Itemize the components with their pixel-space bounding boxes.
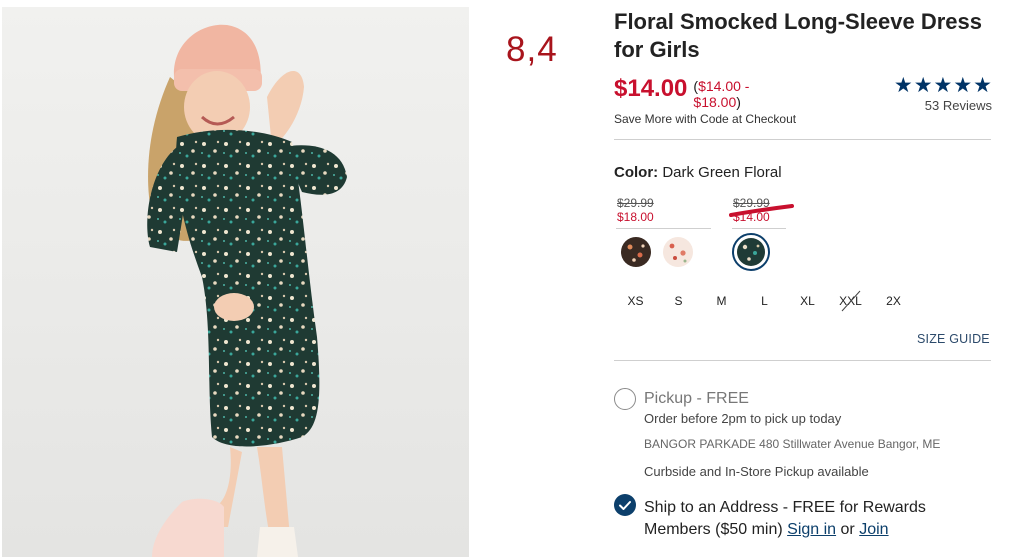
unavailable-slash-icon bbox=[841, 290, 861, 312]
pickup-subtitle: Order before 2pm to pick up today bbox=[644, 411, 842, 426]
price-range: ($14.00 - $18.00) bbox=[693, 78, 750, 110]
current-price: $14.00 bbox=[614, 75, 688, 102]
star-rating: ★ ★ ★ ★ ★ bbox=[888, 74, 992, 97]
join-link[interactable]: Join bbox=[859, 521, 888, 538]
color-value: Dark Green Floral bbox=[662, 164, 782, 181]
ship-radio-checked[interactable] bbox=[614, 494, 636, 516]
promo-text: Save More with Code at Checkout bbox=[614, 112, 797, 126]
price-tier-now: $18.00 bbox=[617, 210, 654, 224]
swatch-cream-floral-icon bbox=[663, 237, 693, 267]
product-image[interactable] bbox=[2, 7, 469, 557]
star-icon: ★ bbox=[953, 74, 973, 97]
red-strike-annotation bbox=[729, 204, 794, 217]
store-city: Bangor, ME bbox=[877, 437, 941, 451]
swatch-dark-green-floral[interactable] bbox=[732, 233, 770, 271]
product-title: Floral Smocked Long-Sleeve Dress for Gir… bbox=[614, 9, 983, 62]
divider bbox=[614, 360, 991, 361]
swatch-black-floral[interactable] bbox=[621, 237, 651, 267]
size-m[interactable]: M bbox=[700, 292, 743, 310]
star-icon: ★ bbox=[933, 74, 953, 97]
color-label: Color: bbox=[614, 164, 659, 181]
price-tier-underline bbox=[732, 228, 786, 229]
size-xxl-unavailable[interactable]: XXL bbox=[829, 290, 872, 312]
star-icon: ★ bbox=[893, 74, 913, 97]
pickup-radio[interactable] bbox=[614, 388, 636, 410]
swatch-black-floral-icon bbox=[621, 237, 651, 267]
store-name: BANGOR PARKADE bbox=[644, 437, 756, 451]
curbside-text: Curbside and In-Store Pickup available bbox=[644, 464, 869, 479]
size-s[interactable]: S bbox=[657, 292, 700, 310]
size-l[interactable]: L bbox=[743, 292, 786, 310]
star-icon: ★ bbox=[913, 74, 933, 97]
size-xl[interactable]: XL bbox=[786, 292, 829, 310]
price-tier-was: $29.99 bbox=[617, 196, 654, 210]
store-address[interactable]: BANGOR PARKADE 480 Stillwater Avenue Ban… bbox=[644, 437, 940, 451]
size-guide-link[interactable]: SIZE GUIDE bbox=[917, 332, 990, 346]
color-selection: Color: Dark Green Floral bbox=[614, 164, 782, 181]
checkmark-icon bbox=[619, 501, 631, 510]
store-street: 480 Stillwater Avenue bbox=[759, 437, 875, 451]
swatch-dark-green-floral-icon bbox=[737, 238, 765, 266]
price-row: $14.00 ($14.00 - $18.00) bbox=[614, 74, 763, 110]
divider bbox=[614, 139, 991, 140]
price-tier-underline bbox=[616, 228, 711, 229]
pickup-title: Pickup - FREE bbox=[644, 390, 749, 407]
price-range-low: $14.00 - bbox=[698, 78, 750, 94]
reviews-link[interactable]: 53 Reviews bbox=[888, 98, 992, 113]
size-2x[interactable]: 2X bbox=[872, 292, 915, 310]
price-range-high: $18.00 bbox=[693, 94, 737, 110]
sign-in-link[interactable]: Sign in bbox=[787, 521, 836, 538]
star-icon: ★ bbox=[973, 74, 992, 97]
ship-or: or bbox=[840, 521, 855, 538]
rating[interactable]: ★ ★ ★ ★ ★ 53 Reviews bbox=[888, 74, 992, 113]
size-xs[interactable]: XS bbox=[614, 292, 657, 310]
swatch-cream-floral[interactable] bbox=[663, 237, 693, 267]
size-options: XS S M L XL XXL 2X bbox=[614, 290, 915, 312]
annotation-number: 8,4 bbox=[506, 30, 558, 69]
price-tier-1: $29.99 $18.00 bbox=[617, 196, 654, 224]
ship-option: Ship to an Address - FREE for Rewards Me… bbox=[644, 497, 994, 541]
